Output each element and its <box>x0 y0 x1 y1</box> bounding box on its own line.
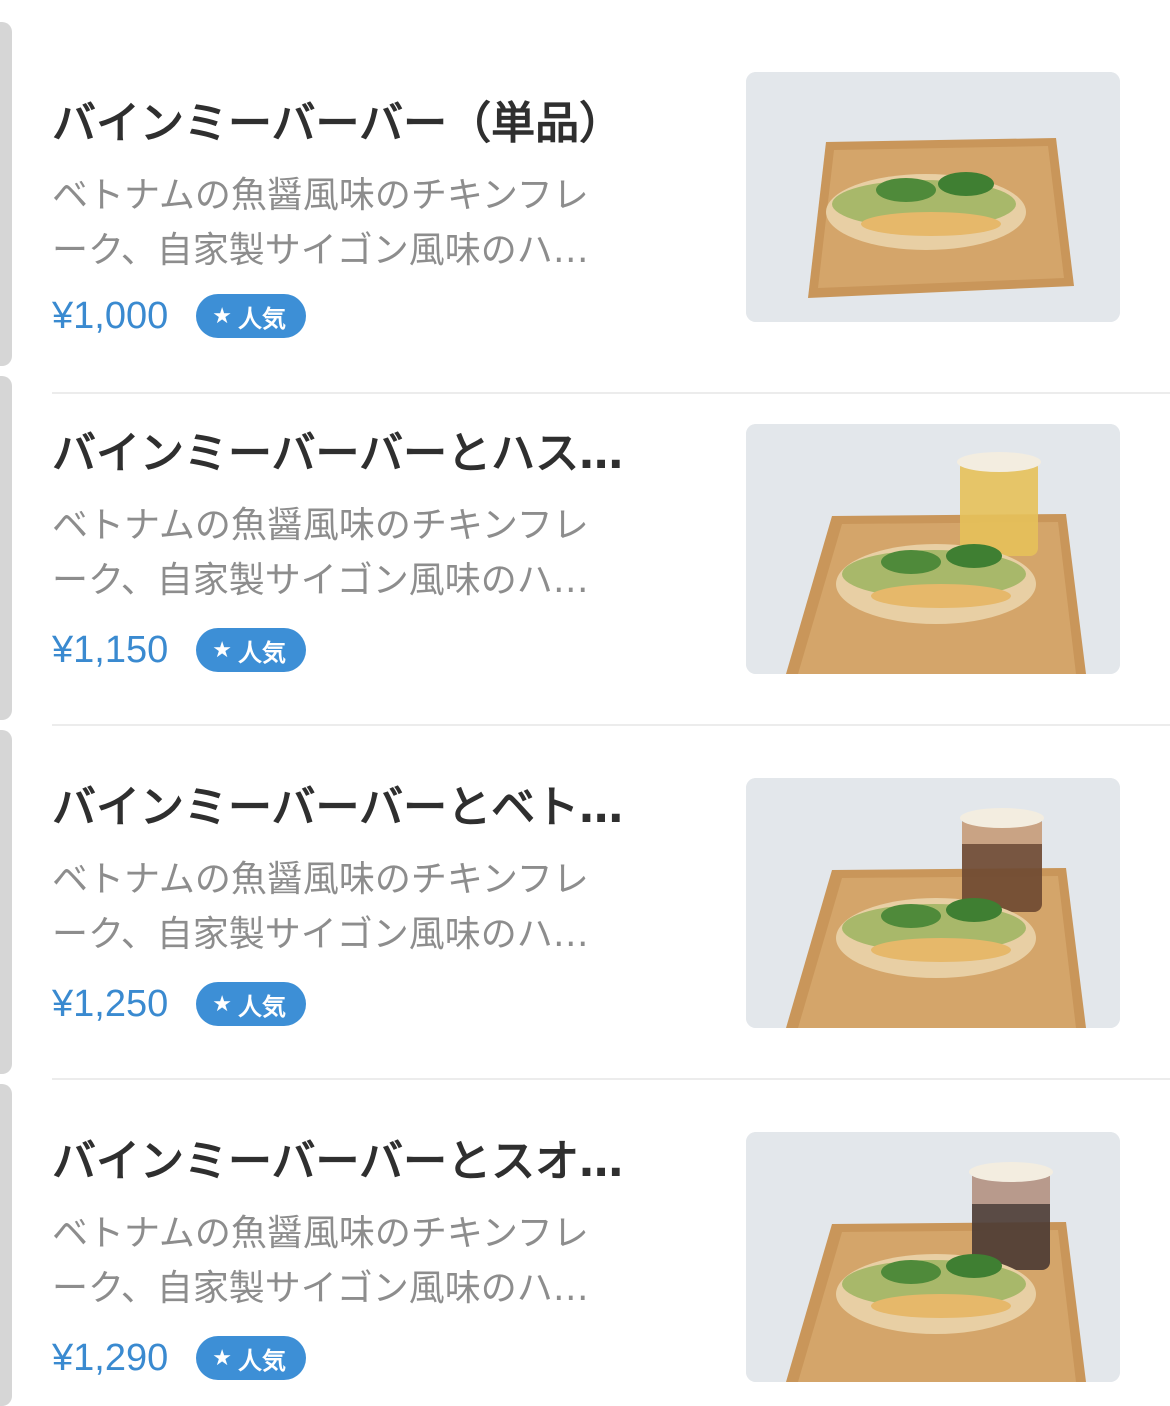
item-description-line: ーク、自家製サイゴン風味のハ… <box>52 914 589 955</box>
item-price: ¥1,250 <box>52 982 169 1025</box>
item-photo[interactable] <box>746 424 1120 674</box>
badge-label: 人気 <box>237 304 286 333</box>
item-description-line: ベトナムの魚醤風味のチキンフレ <box>52 1213 589 1254</box>
item-photo[interactable] <box>746 778 1120 1028</box>
price-row: ¥1,000 ★ 人気 <box>52 290 306 342</box>
item-edge-indicator <box>0 1084 12 1406</box>
banh-mi-with-coffee-photo <box>746 778 1120 1028</box>
item-photo[interactable] <box>746 1132 1120 1382</box>
price-row: ¥1,150 ★ 人気 <box>52 624 306 676</box>
item-edge-indicator <box>0 730 12 1074</box>
price-row: ¥1,290 ★ 人気 <box>52 1332 306 1384</box>
menu-item[interactable]: バインミーバーバーとスオ… ベトナムの魚醤風味のチキンフレ ーク、自家製サイゴン… <box>0 1082 1170 1406</box>
item-description: ベトナムの魚醤風味のチキンフレ ーク、自家製サイゴン風味のハ… <box>52 498 664 608</box>
item-title: バインミーバーバー（単品） <box>52 98 624 149</box>
item-price: ¥1,150 <box>52 628 169 671</box>
item-title: バインミーバーバーとベト… <box>52 782 624 833</box>
item-edge-indicator <box>0 22 12 366</box>
item-photo[interactable] <box>746 72 1120 322</box>
banh-mi-with-jelly-coffee-photo <box>746 1132 1120 1382</box>
star-icon: ★ <box>212 303 232 329</box>
item-description-line: ーク、自家製サイゴン風味のハ… <box>52 560 589 601</box>
menu-list: バインミーバーバー（単品） ベトナムの魚醤風味のチキンフレ ーク、自家製サイゴン… <box>0 0 1170 1406</box>
popular-badge: ★ 人気 <box>196 1336 306 1380</box>
banh-mi-with-tea-photo <box>746 424 1120 674</box>
item-edge-indicator <box>0 376 12 720</box>
star-icon: ★ <box>212 991 232 1017</box>
item-description: ベトナムの魚醤風味のチキンフレ ーク、自家製サイゴン風味のハ… <box>52 1206 664 1316</box>
menu-item[interactable]: バインミーバーバー（単品） ベトナムの魚醤風味のチキンフレ ーク、自家製サイゴン… <box>0 20 1170 394</box>
item-description-line: ベトナムの魚醤風味のチキンフレ <box>52 505 589 546</box>
popular-badge: ★ 人気 <box>196 982 306 1026</box>
popular-badge: ★ 人気 <box>196 628 306 672</box>
item-price: ¥1,000 <box>52 294 169 337</box>
item-description-line: ベトナムの魚醤風味のチキンフレ <box>52 175 589 216</box>
item-divider <box>52 724 1170 726</box>
star-icon: ★ <box>212 637 232 663</box>
item-description-line: ベトナムの魚醤風味のチキンフレ <box>52 859 589 900</box>
badge-label: 人気 <box>237 1346 286 1375</box>
item-description-line: ーク、自家製サイゴン風味のハ… <box>52 1268 589 1309</box>
item-description: ベトナムの魚醤風味のチキンフレ ーク、自家製サイゴン風味のハ… <box>52 852 664 962</box>
menu-item[interactable]: バインミーバーバーとハス… ベトナムの魚醤風味のチキンフレ ーク、自家製サイゴン… <box>0 374 1170 726</box>
item-title: バインミーバーバーとスオ… <box>52 1136 624 1187</box>
star-icon: ★ <box>212 1345 232 1371</box>
price-row: ¥1,250 ★ 人気 <box>52 978 306 1030</box>
item-title: バインミーバーバーとハス… <box>52 428 624 479</box>
badge-label: 人気 <box>237 638 286 667</box>
item-price: ¥1,290 <box>52 1336 169 1379</box>
banh-mi-photo <box>746 72 1120 322</box>
item-description: ベトナムの魚醤風味のチキンフレ ーク、自家製サイゴン風味のハ… <box>52 168 664 278</box>
popular-badge: ★ 人気 <box>196 294 306 338</box>
badge-label: 人気 <box>237 992 286 1021</box>
item-divider <box>52 1078 1170 1080</box>
menu-item[interactable]: バインミーバーバーとベト… ベトナムの魚醤風味のチキンフレ ーク、自家製サイゴン… <box>0 728 1170 1080</box>
item-description-line: ーク、自家製サイゴン風味のハ… <box>52 230 589 271</box>
